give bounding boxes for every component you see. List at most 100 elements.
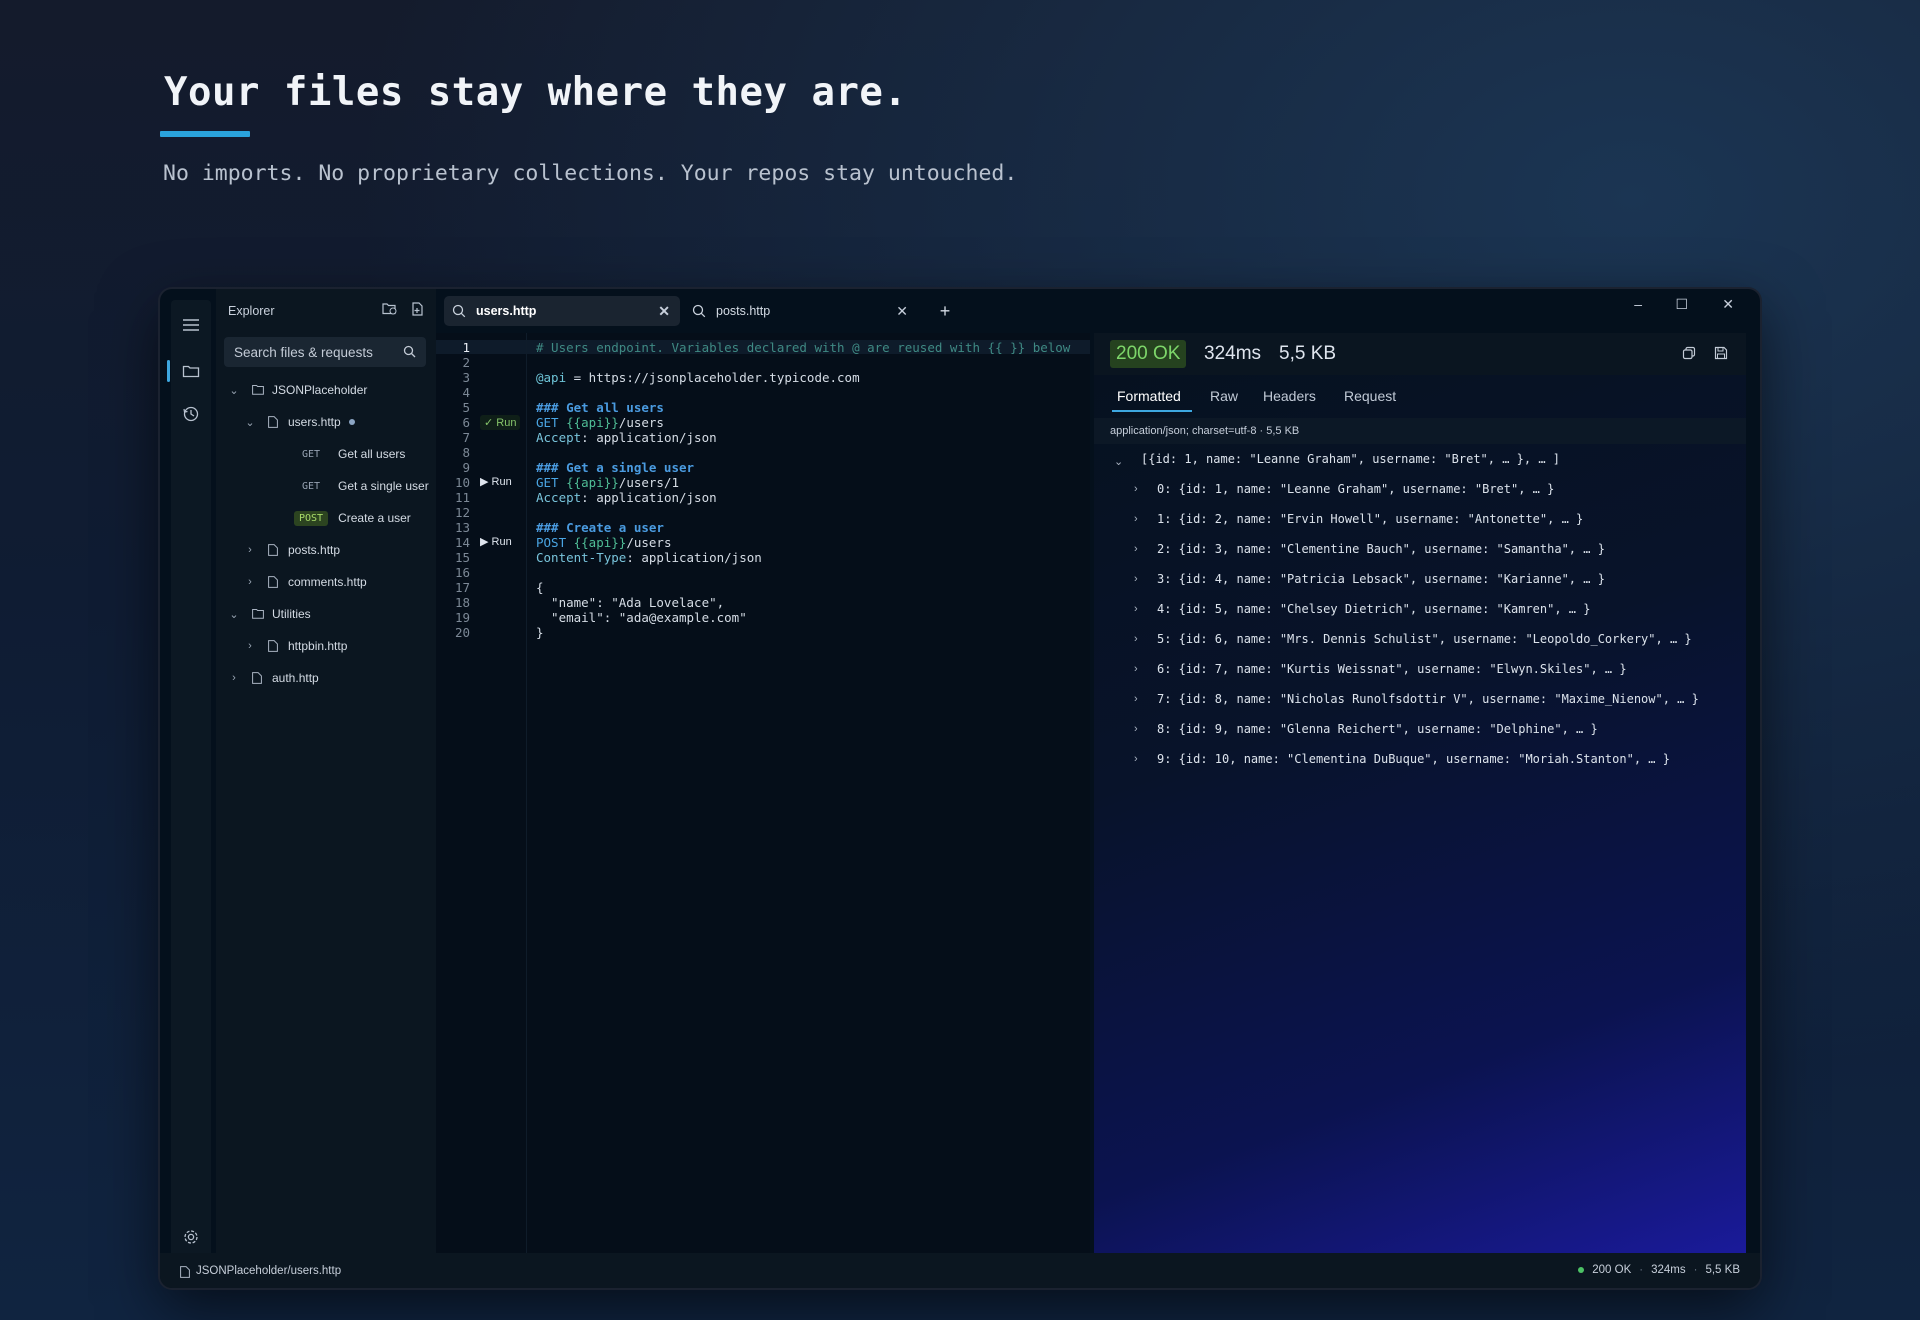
tree-folder-jsonplaceholder[interactable]: ⌄ JSONPlaceholder xyxy=(216,379,448,401)
json-item[interactable]: 3: {id: 4, name: "Patricia Lebsack", use… xyxy=(1157,572,1605,586)
tab-users-http[interactable]: users.http ✕ xyxy=(444,296,680,326)
tab-formatted[interactable]: Formatted xyxy=(1117,388,1181,404)
json-item[interactable]: 9: {id: 10, name: "Clementina DuBuque", … xyxy=(1157,752,1670,766)
response-size: 5,5 KB xyxy=(1279,343,1337,364)
line-number: 6 xyxy=(462,415,470,430)
tree-label: httpbin.http xyxy=(288,639,348,653)
tree-file-users[interactable]: ⌄ users.http xyxy=(216,411,464,433)
line-number: 19 xyxy=(454,610,470,625)
response-time: 324ms xyxy=(1204,343,1262,364)
chevron-right-icon: › xyxy=(248,576,252,588)
json-item[interactable]: 2: {id: 3, name: "Clementine Bauch", use… xyxy=(1157,542,1605,556)
json-item[interactable]: 4: {id: 5, name: "Chelsey Dietrich", use… xyxy=(1157,602,1590,616)
chevron-right-icon[interactable]: › xyxy=(1134,633,1138,645)
run-success-button[interactable]: ✓ Run xyxy=(480,415,521,430)
tab-raw[interactable]: Raw xyxy=(1210,388,1238,404)
method-badge: GET xyxy=(301,448,321,460)
line-number: 3 xyxy=(462,370,470,385)
code-request-title: ### Create a user xyxy=(536,520,664,535)
separator: · xyxy=(1639,1264,1644,1276)
tree-file-httpbin[interactable]: › httpbin.http xyxy=(216,635,464,657)
tree-label: Utilities xyxy=(272,607,311,621)
chevron-right-icon[interactable]: › xyxy=(1134,603,1138,615)
line-number: 14 xyxy=(454,535,470,550)
folder-icon xyxy=(252,608,264,620)
status-bar: JSONPlaceholder/users.http 200 OK · 324m… xyxy=(160,1253,1760,1288)
code-text: /users xyxy=(626,535,672,550)
chevron-right-icon[interactable]: › xyxy=(1134,573,1138,585)
tab-headers[interactable]: Headers xyxy=(1263,388,1316,404)
save-icon[interactable] xyxy=(1714,346,1728,365)
json-root[interactable]: [{id: 1, name: "Leanne Graham", username… xyxy=(1141,452,1560,466)
tree-file-auth[interactable]: › auth.http xyxy=(216,667,448,689)
json-item[interactable]: 6: {id: 7, name: "Kurtis Weissnat", user… xyxy=(1157,662,1627,676)
run-button[interactable]: ▶ Run xyxy=(480,475,512,488)
chevron-right-icon[interactable]: › xyxy=(1134,513,1138,525)
chevron-down-icon[interactable]: ⌄ xyxy=(1114,455,1123,468)
json-item[interactable]: 1: {id: 2, name: "Ervin Howell", usernam… xyxy=(1157,512,1583,526)
tab-posts-http[interactable]: posts.http ✕ xyxy=(684,296,918,326)
new-tab-button[interactable]: + xyxy=(930,296,960,326)
method-badge: POST xyxy=(294,510,329,526)
settings-icon[interactable] xyxy=(171,1217,211,1257)
chevron-right-icon[interactable]: › xyxy=(1134,723,1138,735)
tree-label: comments.http xyxy=(288,575,367,589)
new-folder-icon[interactable] xyxy=(382,302,397,321)
tree-file-comments[interactable]: › comments.http xyxy=(216,571,464,593)
chevron-right-icon[interactable]: › xyxy=(1134,483,1138,495)
tree-file-posts[interactable]: › posts.http xyxy=(216,539,464,561)
code-text: /users xyxy=(618,415,664,430)
copy-icon[interactable] xyxy=(1682,346,1696,365)
response-panel: 200 OK 324ms 5,5 KB Formatted Raw Header… xyxy=(1094,333,1746,1253)
code-request-title: ### Get all users xyxy=(536,400,664,415)
run-button[interactable]: ▶ Run xyxy=(480,535,512,548)
code-request-title: ### Get a single user xyxy=(536,460,695,475)
json-item[interactable]: 5: {id: 6, name: "Mrs. Dennis Schulist",… xyxy=(1157,632,1692,646)
search-icon xyxy=(692,304,706,318)
chevron-down-icon: ⌄ xyxy=(245,416,255,429)
code-template: {{api}} xyxy=(558,475,619,490)
chevron-right-icon[interactable]: › xyxy=(1134,663,1138,675)
code-editor[interactable]: 1 2 3 4 5 6 7 8 9 10 11 12 13 14 15 16 1… xyxy=(436,333,1090,1253)
chevron-down-icon: ⌄ xyxy=(229,384,239,397)
tree-label: users.http xyxy=(288,415,341,429)
method-badge: GET xyxy=(301,480,321,492)
json-item[interactable]: 7: {id: 8, name: "Nicholas Runolfsdottir… xyxy=(1157,692,1699,706)
code-request-line: GET {{api}}/users/1 xyxy=(536,475,679,490)
code-header-key: Accept xyxy=(536,430,582,445)
chevron-right-icon[interactable]: › xyxy=(1134,693,1138,705)
search-input[interactable]: Search files & requests xyxy=(224,337,426,367)
code-header-key: Accept xyxy=(536,490,582,505)
code-method: POST xyxy=(536,535,567,550)
line-number: 10 xyxy=(454,475,470,490)
json-item[interactable]: 8: {id: 9, name: "Glenna Reichert", user… xyxy=(1157,722,1598,736)
line-number: 2 xyxy=(462,355,470,370)
line-number: 12 xyxy=(454,505,470,520)
close-icon[interactable]: ✕ xyxy=(896,303,908,320)
response-header: 200 OK 324ms 5,5 KB xyxy=(1094,333,1746,375)
explorer-panel: Explorer Search files & requests ⌄ JSONP… xyxy=(216,289,436,1253)
folder-icon[interactable] xyxy=(171,351,211,391)
new-file-icon[interactable] xyxy=(411,302,424,321)
close-window-button[interactable]: ✕ xyxy=(1722,296,1734,313)
tab-label: users.http xyxy=(476,304,537,318)
search-placeholder: Search files & requests xyxy=(234,345,373,360)
chevron-right-icon: › xyxy=(232,672,236,684)
history-icon[interactable] xyxy=(171,394,211,434)
chevron-right-icon[interactable]: › xyxy=(1134,753,1138,765)
maximize-button[interactable]: ☐ xyxy=(1675,296,1688,313)
hero-title: Your files stay where they are. xyxy=(164,70,908,115)
tab-request[interactable]: Request xyxy=(1344,388,1396,404)
tree-label: Get all users xyxy=(338,447,406,461)
menu-icon[interactable] xyxy=(171,305,211,345)
minimize-button[interactable]: – xyxy=(1634,296,1642,312)
content-type-label: application/json; charset=utf-8 · 5,5 KB xyxy=(1110,425,1300,437)
chevron-right-icon[interactable]: › xyxy=(1134,543,1138,555)
file-icon xyxy=(268,544,280,556)
line-number: 20 xyxy=(454,625,470,640)
close-icon[interactable]: ✕ xyxy=(658,303,670,320)
json-item[interactable]: 0: {id: 1, name: "Leanne Graham", userna… xyxy=(1157,482,1554,496)
file-icon xyxy=(268,576,280,588)
tree-folder-utilities[interactable]: ⌄ Utilities xyxy=(216,603,448,625)
active-tab-underline xyxy=(1112,410,1192,412)
